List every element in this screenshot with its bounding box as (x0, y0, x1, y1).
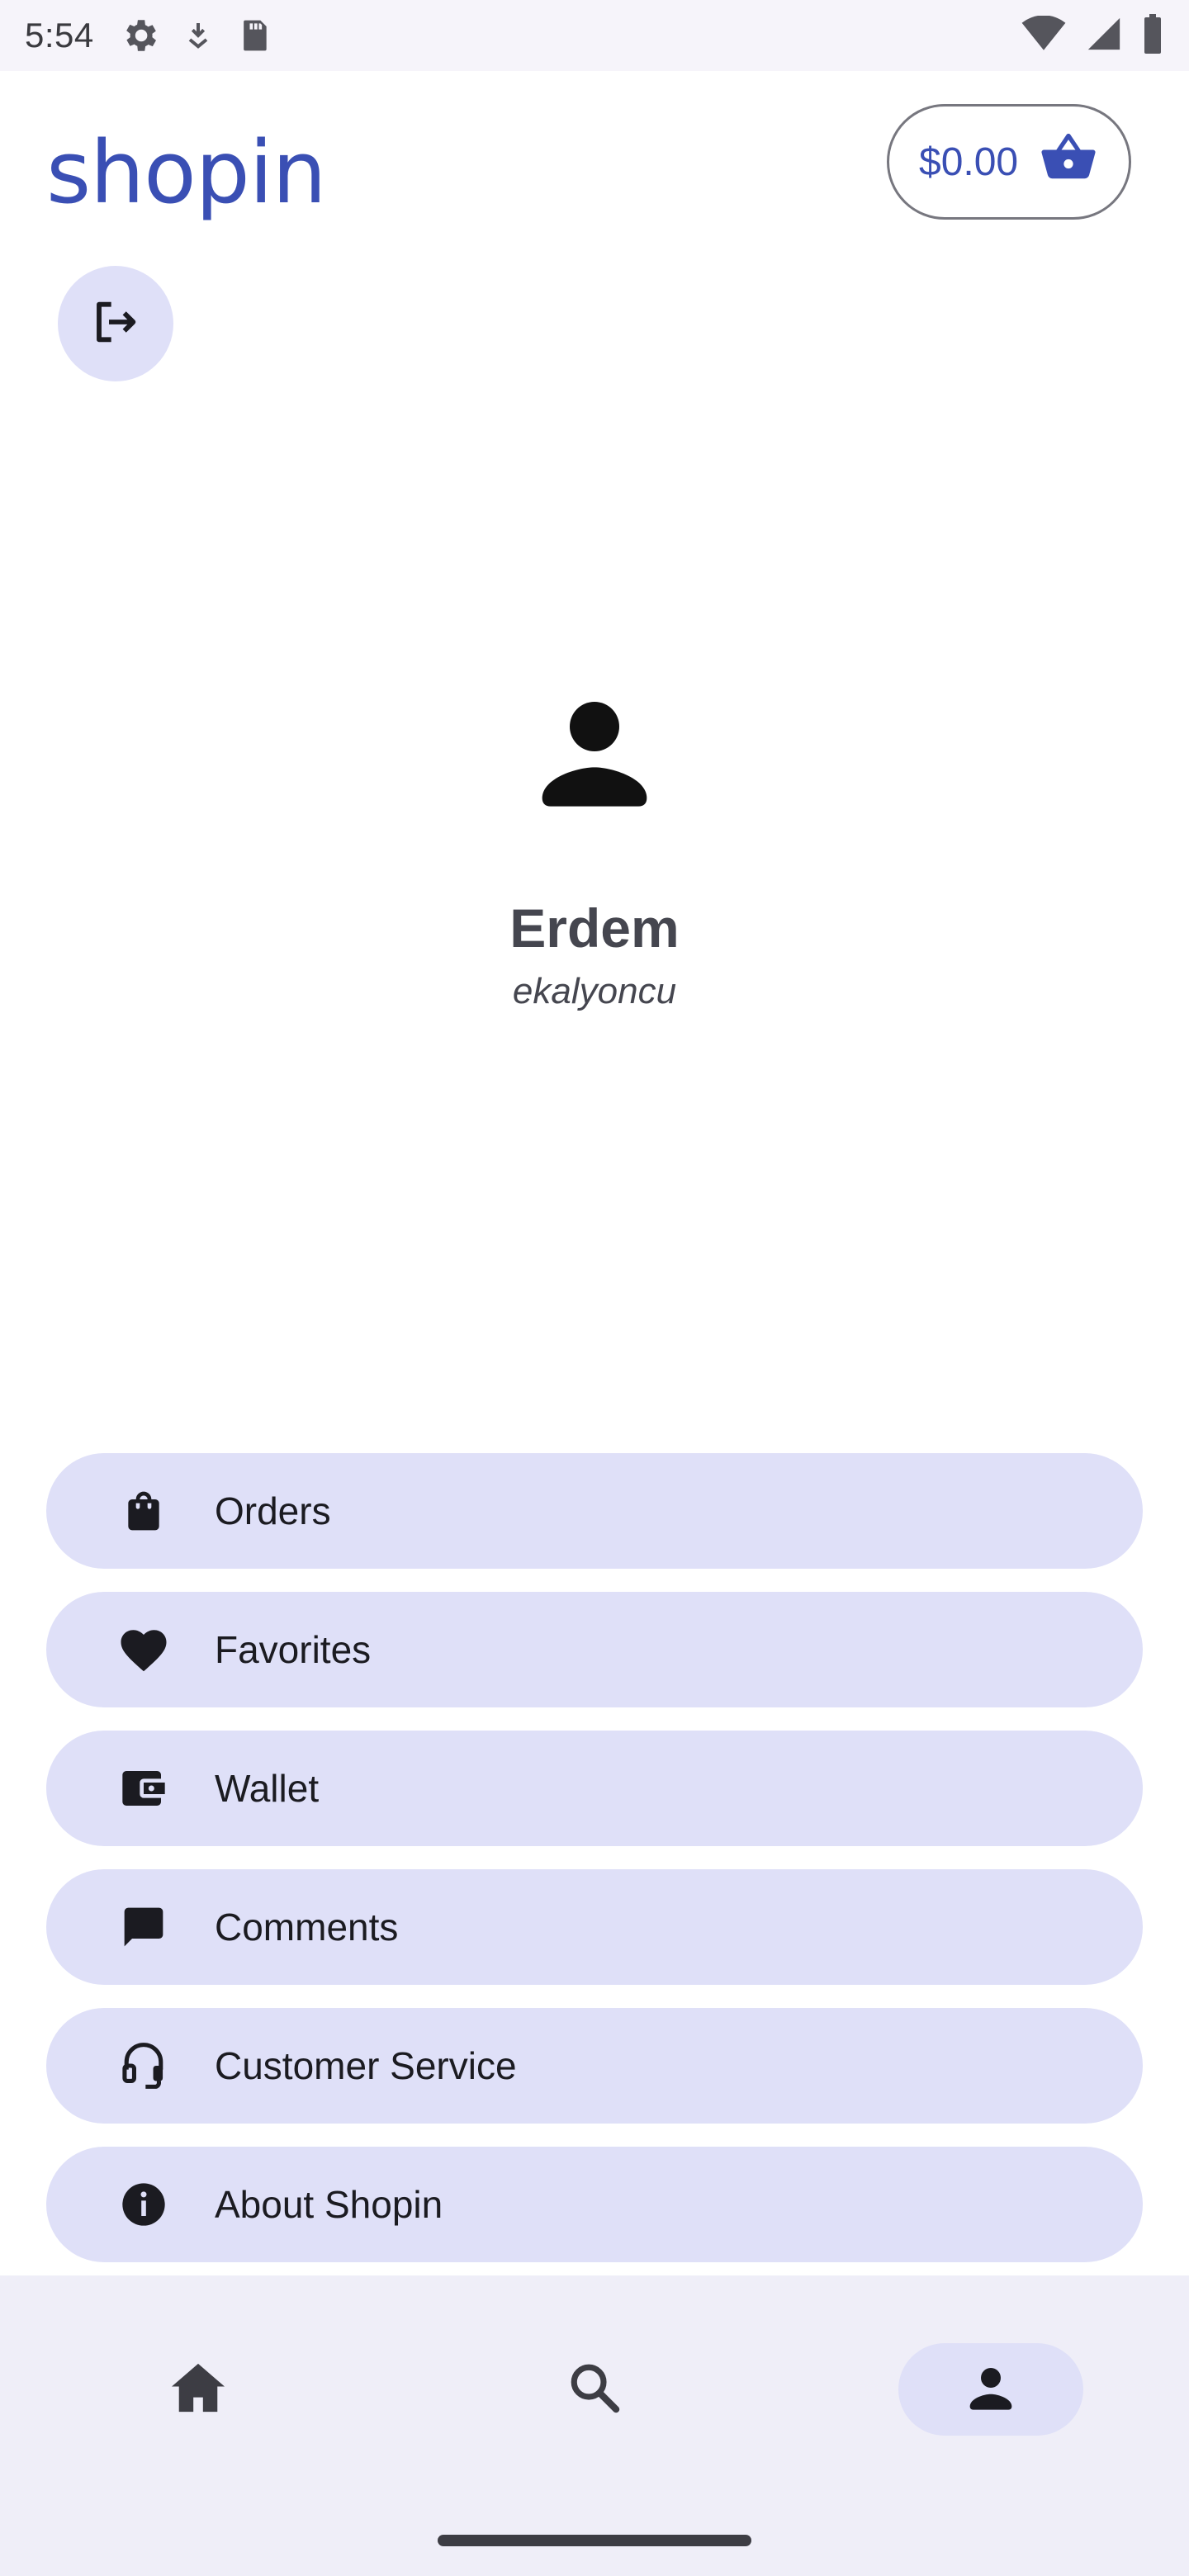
settings-gear-icon (119, 15, 160, 56)
nav-search[interactable] (502, 2343, 687, 2436)
menu-item-label: Customer Service (215, 2044, 517, 2087)
menu-item-customer-service[interactable]: Customer Service (46, 2008, 1143, 2124)
wallet-icon (117, 1762, 170, 1815)
home-indicator[interactable] (438, 2535, 751, 2546)
basket-icon (1040, 131, 1097, 192)
heart-icon (117, 1623, 170, 1676)
menu-item-favorites[interactable]: Favorites (46, 1592, 1143, 1707)
menu-item-orders[interactable]: Orders (46, 1453, 1143, 1569)
sd-card-icon (236, 16, 272, 55)
profile-section: Erdem ekalyoncu (0, 685, 1189, 1012)
app-header: shopin $0.00 (0, 71, 1189, 261)
wifi-icon (1021, 14, 1067, 56)
download-icon (182, 17, 215, 54)
home-icon (169, 2361, 227, 2418)
headset-icon (117, 2039, 170, 2092)
battery-icon (1141, 13, 1164, 58)
comment-icon (117, 1901, 170, 1953)
cart-button[interactable]: $0.00 (887, 104, 1131, 220)
menu-item-label: Favorites (215, 1628, 372, 1671)
menu-item-wallet[interactable]: Wallet (46, 1731, 1143, 1846)
logout-button[interactable] (58, 266, 173, 381)
person-icon (964, 2361, 1017, 2418)
status-bar: 5:54 (0, 0, 1189, 71)
cart-total: $0.00 (919, 140, 1019, 184)
logout-icon (89, 296, 142, 353)
nav-profile[interactable] (898, 2343, 1083, 2436)
menu-item-label: Orders (215, 1489, 331, 1532)
menu-item-about[interactable]: About Shopin (46, 2147, 1143, 2262)
shopping-bag-icon (117, 1485, 170, 1537)
nav-home[interactable] (106, 2343, 291, 2436)
search-icon (567, 2361, 622, 2419)
profile-username: ekalyoncu (512, 971, 677, 1011)
info-icon (117, 2178, 170, 2231)
menu-item-label: Comments (215, 1906, 399, 1949)
signal-icon (1085, 15, 1123, 57)
menu-item-label: About Shopin (215, 2183, 443, 2226)
app-logo[interactable]: shopin (46, 122, 327, 223)
status-time: 5:54 (25, 16, 94, 54)
menu-item-label: Wallet (215, 1767, 320, 1810)
menu-item-comments[interactable]: Comments (46, 1869, 1143, 1985)
profile-menu: Orders Favorites Wallet Comments Custome… (46, 1453, 1143, 2285)
person-icon (0, 685, 1189, 817)
profile-name: Erdem (509, 897, 680, 959)
bottom-navigation (0, 2275, 1189, 2576)
